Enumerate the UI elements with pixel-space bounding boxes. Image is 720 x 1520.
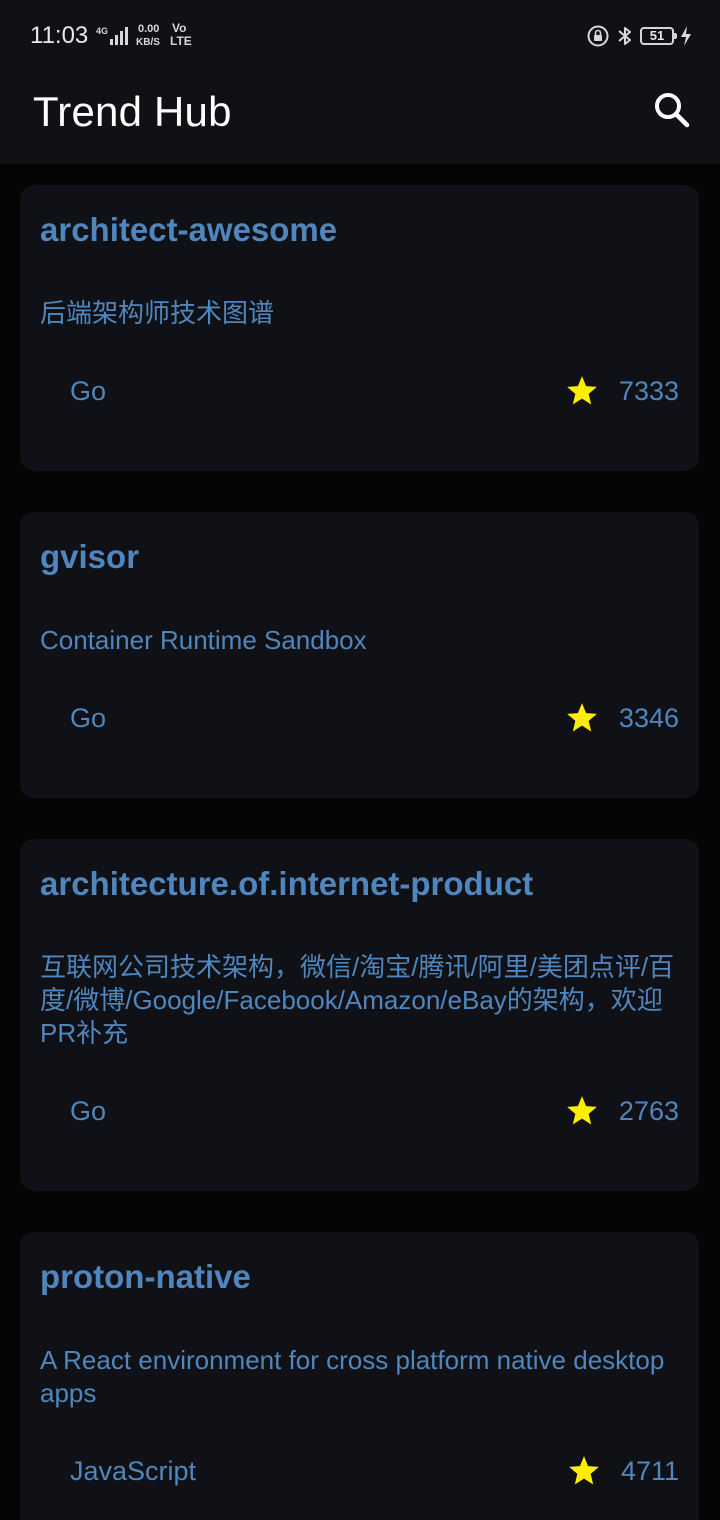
- signal-icon: [110, 27, 128, 45]
- bluetooth-icon: [618, 27, 631, 45]
- repo-name[interactable]: architecture.of.internet-product: [40, 865, 533, 903]
- lock-rotation-icon: [587, 25, 609, 47]
- repo-stars: 4711: [567, 1454, 679, 1488]
- repo-language: Go: [70, 1096, 107, 1126]
- battery-level: 51: [649, 28, 665, 43]
- repo-language: JavaScript: [70, 1456, 197, 1486]
- network-label: 4G: [96, 26, 109, 36]
- repo-description: A React environment for cross platform n…: [40, 1345, 665, 1408]
- search-button[interactable]: [650, 88, 694, 132]
- star-icon: [567, 703, 597, 732]
- search-icon[interactable]: [653, 91, 691, 129]
- charging-bolt-icon: [681, 26, 691, 46]
- star-icon: [569, 1456, 599, 1485]
- speed-value: 0.00: [138, 23, 160, 35]
- repo-description: 互联网公司技术架构，微信/淘宝/腾讯/阿里/美团点评/百度/微博/Google/…: [40, 952, 675, 1048]
- app-bar: Trend Hub: [0, 72, 720, 164]
- star-icon: [567, 376, 597, 405]
- status-bar: 11:03 4G 0.00 KB/S Vo LTE 51: [0, 0, 720, 72]
- repo-card[interactable]: architecture.of.internet-product 互联网公司技术…: [20, 839, 699, 1191]
- app-title: Trend Hub: [33, 88, 232, 135]
- repo-description: 后端架构师技术图谱: [40, 298, 275, 328]
- repo-stars: 7333: [565, 374, 679, 408]
- repo-description: Container Runtime Sandbox: [40, 625, 367, 655]
- speed-unit: KB/S: [136, 37, 160, 48]
- repo-card[interactable]: gvisor Container Runtime Sandbox Go 3346: [20, 512, 699, 798]
- repo-name[interactable]: architect-awesome: [40, 211, 337, 249]
- volte-top: Vo: [172, 21, 187, 35]
- star-count: 2763: [618, 1095, 679, 1126]
- repo-card[interactable]: architect-awesome 后端架构师技术图谱 Go 7333: [20, 185, 699, 471]
- status-right-icons: 51: [586, 22, 692, 50]
- star-count: 3346: [618, 702, 679, 733]
- volte-bottom: LTE: [170, 34, 192, 48]
- battery-icon: 51: [640, 27, 677, 45]
- star-count: 7333: [618, 375, 679, 406]
- repo-name[interactable]: gvisor: [40, 538, 139, 576]
- repo-language: Go: [70, 703, 107, 733]
- star-icon: [567, 1096, 597, 1125]
- star-count: 4711: [620, 1455, 679, 1486]
- repo-stars: 2763: [565, 1094, 679, 1128]
- repo-list[interactable]: architect-awesome 后端架构师技术图谱 Go 7333 gvis…: [0, 164, 720, 1520]
- status-time: 11:03: [30, 22, 89, 49]
- repo-language: Go: [70, 376, 107, 406]
- repo-name[interactable]: proton-native: [40, 1258, 251, 1296]
- app-screen: 11:03 4G 0.00 KB/S Vo LTE 51 Trend Hub a…: [0, 0, 720, 1520]
- repo-card[interactable]: proton-native A React environment for cr…: [20, 1232, 699, 1520]
- repo-stars: 3346: [565, 701, 679, 735]
